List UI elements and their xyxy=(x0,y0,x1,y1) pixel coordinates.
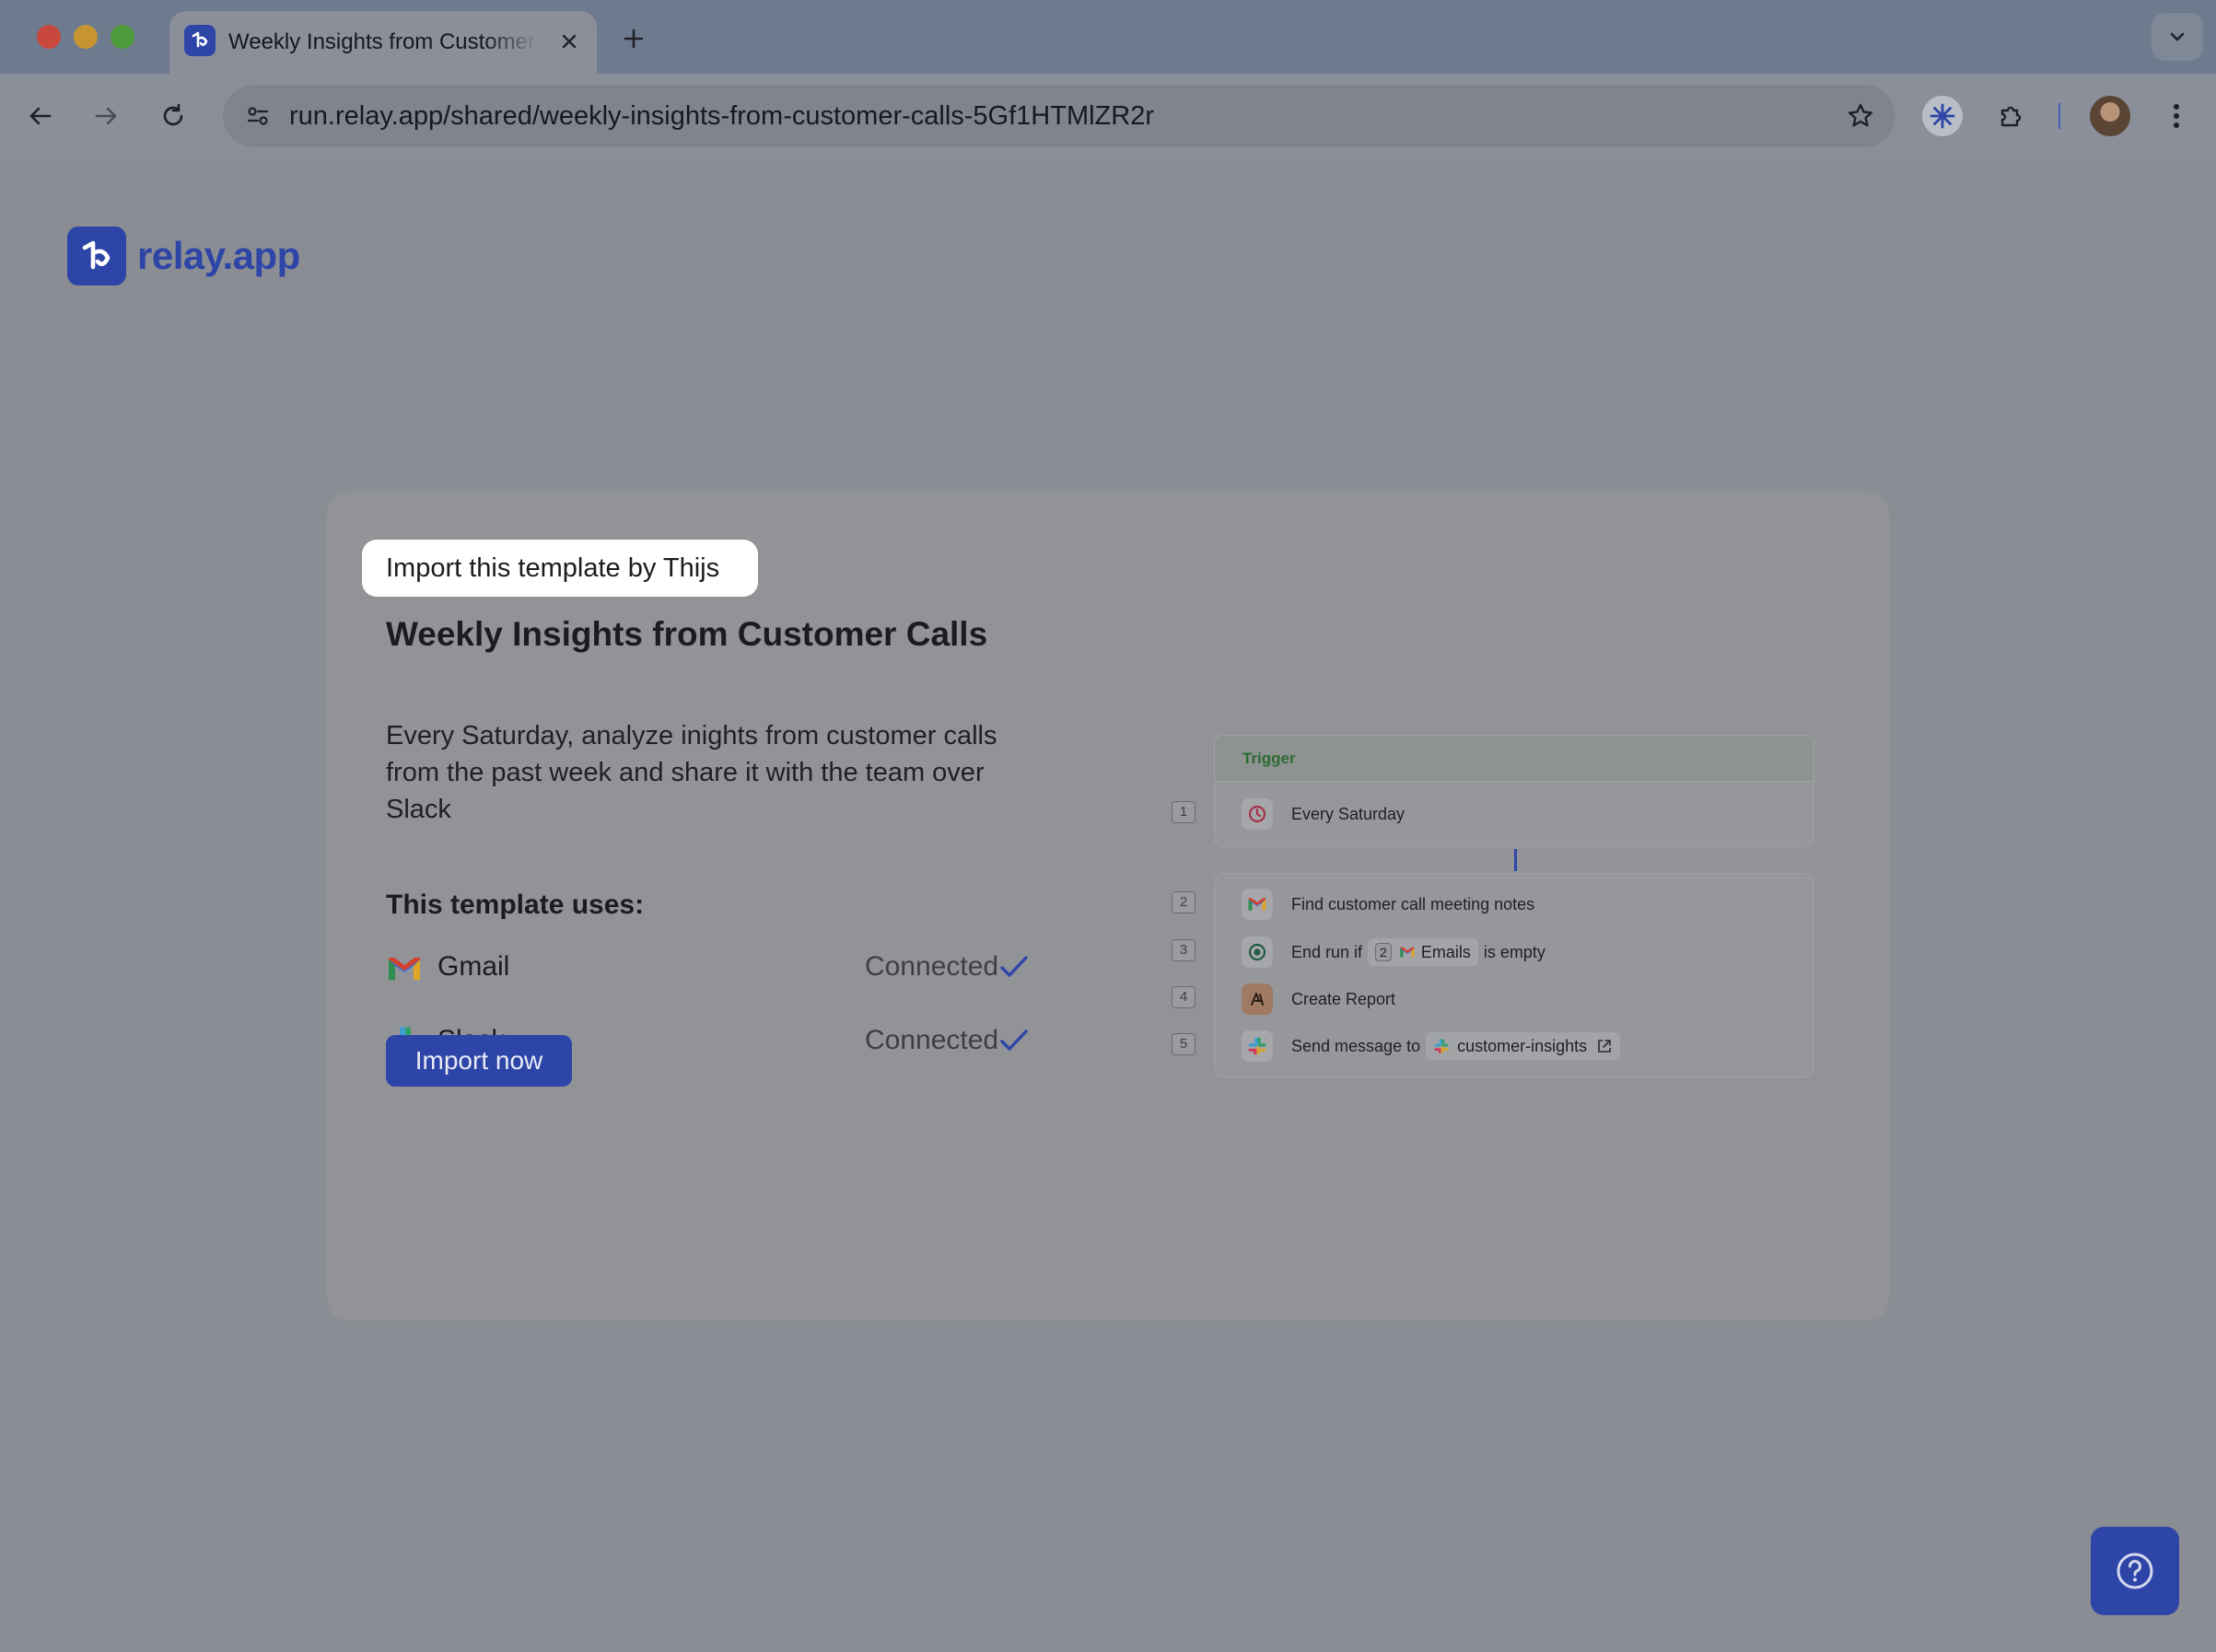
slack-icon xyxy=(1434,1039,1449,1053)
minimize-window-button[interactable] xyxy=(74,25,98,49)
app-status: Connected xyxy=(865,1025,999,1055)
template-description: Every Saturday, analyze inights from cus… xyxy=(386,721,997,824)
channel-name: customer-insights xyxy=(1457,1036,1588,1055)
bookmark-star-icon[interactable] xyxy=(1840,96,1881,136)
new-tab-icon[interactable] xyxy=(615,20,652,57)
step-send-message[interactable]: Send message to customer-insights xyxy=(1242,1028,1626,1064)
clock-icon xyxy=(1242,798,1273,830)
brand-name: relay.app xyxy=(137,234,300,277)
gmail-icon xyxy=(1242,889,1273,920)
help-button[interactable] xyxy=(2091,1527,2179,1615)
step-number: 2 xyxy=(1172,891,1195,913)
step-number: 1 xyxy=(1172,801,1195,823)
site-settings-icon[interactable] xyxy=(238,96,278,136)
tab-search-chevron-icon[interactable] xyxy=(2152,13,2203,61)
step-find-notes[interactable]: Find customer call meeting notes xyxy=(1242,886,1534,923)
extensions-puzzle-icon[interactable] xyxy=(1991,96,2032,136)
browser-toolbar: run.relay.app/shared/weekly-insights-fro… xyxy=(0,74,2216,158)
close-tab-icon[interactable] xyxy=(554,27,584,56)
url-text[interactable]: run.relay.app/shared/weekly-insights-fro… xyxy=(289,85,1154,147)
import-now-button[interactable]: Import now xyxy=(386,1035,572,1087)
browser-tab[interactable]: Weekly Insights from Customer Calls xyxy=(169,11,597,74)
check-icon xyxy=(999,1028,1029,1053)
brand-logo[interactable]: relay.app xyxy=(67,227,300,285)
step-number: 4 xyxy=(1172,986,1195,1008)
step-text: Create Report xyxy=(1291,989,1396,1008)
relay-extension-icon[interactable] xyxy=(1922,96,1963,136)
close-window-button[interactable] xyxy=(37,25,61,49)
template-author-badge: Import this template by Thijs xyxy=(362,540,758,597)
stop-icon xyxy=(1242,937,1273,968)
relay-favicon-icon xyxy=(184,25,216,56)
gmail-icon xyxy=(1400,947,1415,958)
slack-channel-pill[interactable]: customer-insights xyxy=(1426,1032,1621,1060)
reload-icon[interactable] xyxy=(153,96,193,136)
step-prefix: End run if xyxy=(1291,942,1363,961)
step-text: Every Saturday xyxy=(1291,804,1405,823)
check-icon xyxy=(999,954,1029,980)
trigger-label: Trigger xyxy=(1215,736,1814,782)
gmail-icon xyxy=(386,950,423,987)
profile-avatar[interactable] xyxy=(2090,96,2130,136)
step-prefix: Send message to xyxy=(1291,1036,1421,1055)
toolbar-divider xyxy=(2059,103,2060,129)
tab-title: Weekly Insights from Customer Calls xyxy=(228,29,540,54)
app-row-gmail: Gmail Connected xyxy=(386,947,1031,987)
step-text: Find customer call meeting notes xyxy=(1291,894,1535,913)
step-number: 5 xyxy=(1172,1033,1195,1055)
step-suffix: is empty xyxy=(1483,942,1545,961)
emails-reference-pill[interactable]: 2 Emails xyxy=(1368,938,1478,966)
app-name: Gmail xyxy=(437,951,510,982)
more-menu-icon[interactable] xyxy=(2156,96,2197,136)
reference-label: Emails xyxy=(1420,942,1471,961)
browser-tab-bar: Weekly Insights from Customer Calls xyxy=(0,0,2216,74)
step-every-saturday[interactable]: Every Saturday xyxy=(1242,796,1405,832)
slack-icon xyxy=(1242,1030,1273,1062)
template-title: Weekly Insights from Customer Calls xyxy=(386,615,988,653)
back-arrow-icon[interactable] xyxy=(20,96,61,136)
forward-arrow-icon[interactable] xyxy=(86,96,126,136)
app-status: Connected xyxy=(865,951,999,982)
step-create-report[interactable]: Create Report xyxy=(1242,981,1395,1018)
address-bar[interactable]: run.relay.app/shared/weekly-insights-fro… xyxy=(223,85,1895,147)
question-icon xyxy=(2117,1553,2153,1589)
maximize-window-button[interactable] xyxy=(111,25,134,49)
step-end-run[interactable]: End run if 2 Emails is empty xyxy=(1242,934,1545,971)
page-content: relay.app Import this template by Thijs … xyxy=(0,158,2216,1652)
ai-icon xyxy=(1242,983,1273,1015)
external-link-icon xyxy=(1598,1040,1611,1053)
step-connector xyxy=(1514,849,1517,871)
template-uses-heading: This template uses: xyxy=(386,890,645,920)
step-number: 3 xyxy=(1172,939,1195,961)
reference-step-number: 2 xyxy=(1375,943,1392,961)
relay-logo-icon xyxy=(67,227,126,285)
